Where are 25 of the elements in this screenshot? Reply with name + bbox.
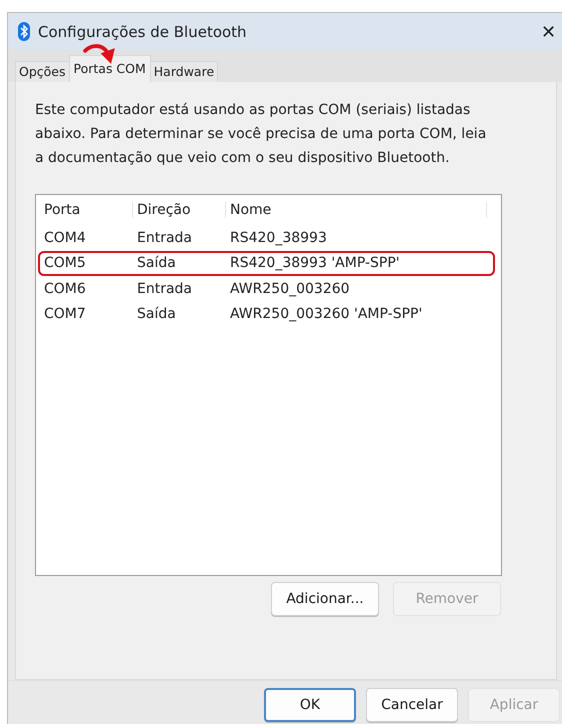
table-cell-text: COM6 [43, 280, 87, 297]
table-cell-text: Saída [136, 255, 177, 272]
column-header[interactable]: Nome [226, 202, 487, 218]
dialog-button[interactable]: Adicionar... [271, 582, 379, 616]
table-cell-text: COM5 [43, 255, 87, 272]
column-header[interactable]: Porta [40, 202, 133, 218]
dialog-button[interactable]: OK [264, 688, 356, 722]
dialog-button[interactable]: Cancelar [366, 688, 458, 722]
bluetooth-icon [18, 22, 30, 41]
tab[interactable]: Opções [15, 61, 70, 82]
tab[interactable]: Portas COM [68, 55, 151, 82]
table-cell-text: RS420_38993 'AMP-SPP' [229, 255, 401, 272]
window-title: Configurações de Bluetooth [38, 22, 247, 40]
close-button[interactable]: ✕ [539, 20, 558, 42]
table-cell-text: Entrada [136, 280, 194, 297]
table-cell-text: COM4 [43, 230, 87, 246]
table-cell-text: AWR250_003260 [229, 280, 351, 297]
tab[interactable]: Hardware [150, 61, 218, 82]
description-text: Este computador está usando as portas COM (seriais) listadas abaixo. Para determinar se você precisa de uma porta COM, leia a documentação que veio com o seu dispositivo Bluetooth. [35, 101, 488, 168]
table-cell-text: Entrada [136, 230, 194, 246]
table-cell-text: AWR250_003260 'AMP-SPP' [229, 306, 424, 322]
table-cell-text: COM7 [43, 306, 87, 322]
column-header[interactable]: Direção [133, 202, 226, 218]
table-cell-text: Saída [136, 306, 177, 322]
table-cell-text: RS420_38993 [229, 230, 328, 246]
